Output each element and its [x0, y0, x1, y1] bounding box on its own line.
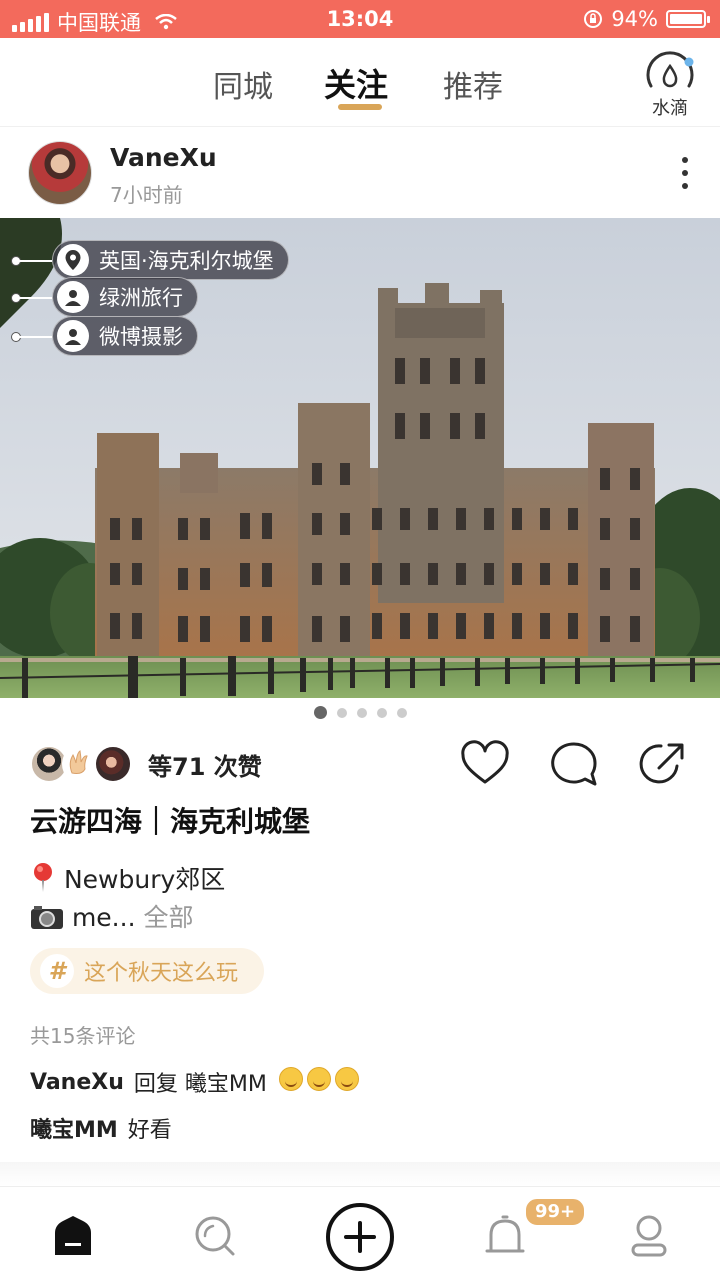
post-time: 7小时前 [110, 183, 183, 207]
camera-icon [31, 906, 63, 929]
water-drop-button[interactable]: 水滴 [642, 48, 698, 120]
rotation-lock-icon [584, 10, 603, 28]
status-bar: 中国联通 13:04 94% [0, 0, 720, 38]
post-header: VaneXu 7小时前 [0, 126, 720, 219]
avatar[interactable] [28, 141, 92, 205]
tab-recommended[interactable]: 推荐 [443, 62, 503, 106]
user-tag-label: 微博摄影 [99, 325, 183, 349]
comment-author[interactable]: 曦宝MM [30, 1112, 118, 1144]
profile-icon [631, 1215, 667, 1257]
user-tag-weibo-photo[interactable]: 微博摄影 [52, 316, 198, 356]
post-caption: me... 全部 [30, 898, 194, 934]
feed-divider [0, 1162, 720, 1186]
nav-home[interactable] [46, 1209, 100, 1263]
tab-nearby[interactable]: 同城 [213, 62, 273, 106]
bottom-nav: 99+ [0, 1186, 720, 1281]
comment-text: 回复 曦宝MM [133, 1072, 267, 1097]
nav-create-post[interactable] [322, 1199, 398, 1275]
caption-expand-link[interactable]: 全部 [144, 903, 194, 932]
notification-badge: 99+ [524, 1197, 587, 1227]
nav-search[interactable] [188, 1209, 242, 1263]
person-icon [57, 320, 89, 352]
carousel-dot [356, 707, 367, 718]
post-title: 云游四海｜海克利城堡 [30, 805, 311, 838]
comment-button[interactable] [549, 740, 599, 790]
comment-item[interactable]: 曦宝MM 好看 [30, 1112, 172, 1144]
person-icon [57, 281, 89, 313]
battery-percent: 94% [611, 7, 658, 31]
smile-emoji-icon [306, 1067, 331, 1091]
liker-avatar [94, 745, 132, 783]
tag-connector [14, 297, 52, 299]
add-icon [326, 1203, 394, 1271]
topic-chip[interactable]: # 这个秋天这么玩 [30, 948, 265, 994]
comment-bubble-icon [551, 742, 597, 786]
tag-connector [14, 336, 52, 338]
hashtag-icon: # [40, 954, 74, 988]
carousel-dot [396, 707, 407, 718]
tag-connector [14, 260, 52, 262]
carousel-dot [376, 707, 387, 718]
red-pin-icon [34, 863, 52, 892]
search-icon [195, 1216, 235, 1256]
water-drop-label: 水滴 [652, 98, 688, 119]
tab-following[interactable]: 关注 [324, 60, 388, 106]
comment-count-link[interactable]: 共15条评论 [30, 1020, 135, 1049]
more-options-icon[interactable] [682, 157, 690, 189]
home-icon [55, 1216, 91, 1255]
location-tag[interactable]: 英国·海克利尔城堡 [52, 240, 289, 280]
carousel-dot [336, 707, 347, 718]
emoji-group [275, 1067, 359, 1097]
like-button[interactable] [460, 740, 510, 790]
share-icon [639, 743, 684, 784]
topic-label: 这个秋天这么玩 [84, 961, 239, 986]
active-tab-indicator [338, 104, 382, 110]
share-button[interactable] [637, 740, 687, 790]
top-tabs: 同城 关注 推荐 水滴 [0, 38, 720, 126]
user-tag-label: 绿洲旅行 [99, 286, 183, 310]
post-location-line: Newbury郊区 [30, 860, 225, 896]
comment-text: 好看 [127, 1118, 172, 1143]
smile-emoji-icon [278, 1067, 303, 1091]
caption-preview: me... [71, 903, 136, 932]
location-tag-label: 英国·海克利尔城堡 [99, 249, 274, 273]
comment-item[interactable]: VaneXu 回复 曦宝MM [30, 1066, 359, 1098]
likes-summary[interactable]: 等71 次赞 [30, 744, 262, 784]
post-username[interactable]: VaneXu [110, 143, 217, 172]
carousel-dot-active [313, 706, 327, 719]
nav-profile[interactable] [622, 1209, 676, 1263]
user-tag-oasis-travel[interactable]: 绿洲旅行 [52, 277, 198, 317]
heart-icon [461, 740, 509, 784]
location-text: Newbury郊区 [63, 865, 226, 894]
post-photo[interactable]: 英国·海克利尔城堡 绿洲旅行 微博摄影 [0, 218, 720, 698]
location-pin-icon [57, 244, 89, 276]
smile-emoji-icon [334, 1067, 359, 1091]
carousel-indicator [0, 706, 720, 719]
comment-author[interactable]: VaneXu [30, 1070, 124, 1095]
likes-count: 等71 次赞 [148, 752, 262, 781]
water-drop-icon [646, 51, 694, 88]
battery-icon [666, 10, 710, 28]
bell-icon [485, 1215, 525, 1253]
